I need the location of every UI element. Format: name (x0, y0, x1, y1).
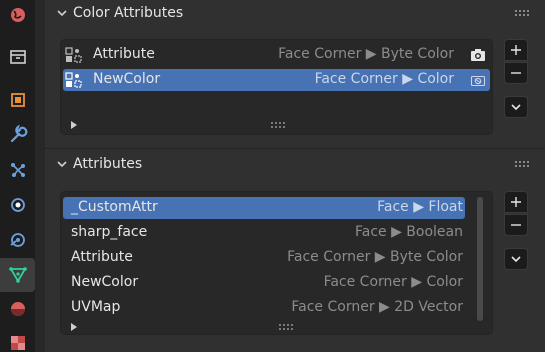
list-scrollbar[interactable] (477, 197, 483, 321)
attribute-name: UVMap (71, 299, 121, 315)
color-attributes-panel: Color Attributes Attribute Face Corner ▶… (45, 0, 545, 145)
list-item[interactable]: _CustomAttr Face ▶ Float (63, 197, 465, 219)
panel-drag-handle[interactable] (515, 10, 531, 18)
tab-constraints[interactable] (0, 223, 35, 257)
plus-icon (511, 45, 521, 55)
list-item[interactable]: sharp_face Face ▶ Boolean (63, 222, 465, 244)
collection-icon (9, 50, 26, 64)
attribute-name: NewColor (93, 71, 161, 87)
panel-drag-handle[interactable] (515, 161, 531, 169)
chevron-down-icon (57, 10, 67, 17)
attribute-domain: Face Corner ▶ Byte Color (287, 249, 463, 265)
constraints-icon (9, 233, 25, 247)
tab-modifiers[interactable] (0, 118, 35, 152)
world-icon (10, 8, 25, 22)
color-attributes-header[interactable]: Color Attributes (45, 0, 545, 28)
attribute-name: Attribute (71, 249, 133, 265)
attributes-panel: Attributes _CustomAttr Face ▶ Float shar… (45, 150, 545, 352)
plus-icon (511, 197, 521, 207)
list-item[interactable]: UVMap Face Corner ▶ 2D Vector (63, 297, 465, 319)
attribute-domain: Face ▶ Boolean (354, 224, 463, 240)
tab-object[interactable] (0, 83, 35, 117)
attribute-name: Attribute (93, 46, 155, 62)
attributes-list: _CustomAttr Face ▶ Float sharp_face Face… (60, 191, 493, 335)
camera-icon[interactable] (470, 47, 486, 63)
list-resize-handle[interactable] (279, 324, 293, 330)
tab-mesh-data[interactable] (0, 258, 35, 292)
remove-attribute-button[interactable] (504, 214, 528, 236)
attribute-name: sharp_face (71, 224, 148, 240)
minus-icon (511, 72, 521, 74)
attribute-domain: Face Corner ▶ Color (323, 274, 463, 290)
chevron-down-icon (511, 256, 521, 263)
material-icon (10, 302, 25, 316)
add-attribute-button[interactable] (504, 191, 528, 213)
expand-triangle-icon[interactable] (70, 323, 78, 331)
physics-icon (10, 198, 25, 212)
tab-physics[interactable] (0, 188, 35, 222)
tab-strip-gutter (35, 0, 45, 352)
attribute-domain: Face Corner ▶ Color (314, 71, 454, 87)
panel-title: Color Attributes (73, 5, 184, 21)
list-item[interactable]: NewColor Face Corner ▶ Color (63, 69, 490, 91)
object-icon (10, 93, 25, 107)
attributes-menu-button[interactable] (504, 248, 528, 270)
color-attribute-icon (65, 72, 82, 88)
panel-divider (45, 148, 545, 149)
modifier-wrench-icon (10, 125, 27, 143)
texture-icon (10, 336, 25, 350)
attribute-name: _CustomAttr (71, 199, 158, 215)
attributes-header[interactable]: Attributes (45, 150, 545, 178)
attribute-domain: Face Corner ▶ Byte Color (278, 46, 454, 62)
tab-particles[interactable] (0, 153, 35, 187)
panel-title: Attributes (73, 156, 143, 172)
chevron-down-icon (57, 161, 67, 168)
expand-triangle-icon[interactable] (70, 121, 78, 129)
list-item[interactable]: Attribute Face Corner ▶ Byte Color (63, 44, 490, 66)
color-attribute-icon (65, 47, 82, 63)
color-attributes-menu-button[interactable] (504, 96, 528, 118)
attribute-domain: Face ▶ Float (377, 199, 463, 215)
list-item[interactable]: Attribute Face Corner ▶ Byte Color (63, 247, 465, 269)
camera-outline-icon[interactable] (470, 72, 486, 88)
tab-collection[interactable] (0, 40, 35, 74)
attribute-name: NewColor (71, 274, 139, 290)
minus-icon (511, 224, 521, 226)
list-resize-handle[interactable] (271, 122, 285, 128)
tab-material[interactable] (0, 292, 35, 326)
list-item[interactable]: NewColor Face Corner ▶ Color (63, 272, 465, 294)
tab-world[interactable] (0, 0, 35, 34)
mesh-data-icon (8, 267, 27, 283)
tab-texture[interactable] (0, 326, 35, 352)
properties-tab-strip (0, 0, 35, 352)
particles-icon (10, 163, 25, 177)
add-color-attribute-button[interactable] (504, 39, 528, 61)
remove-color-attribute-button[interactable] (504, 62, 528, 84)
color-attributes-list: Attribute Face Corner ▶ Byte Color NewCo… (60, 39, 493, 135)
attribute-domain: Face Corner ▶ 2D Vector (291, 299, 463, 315)
chevron-down-icon (511, 104, 521, 111)
